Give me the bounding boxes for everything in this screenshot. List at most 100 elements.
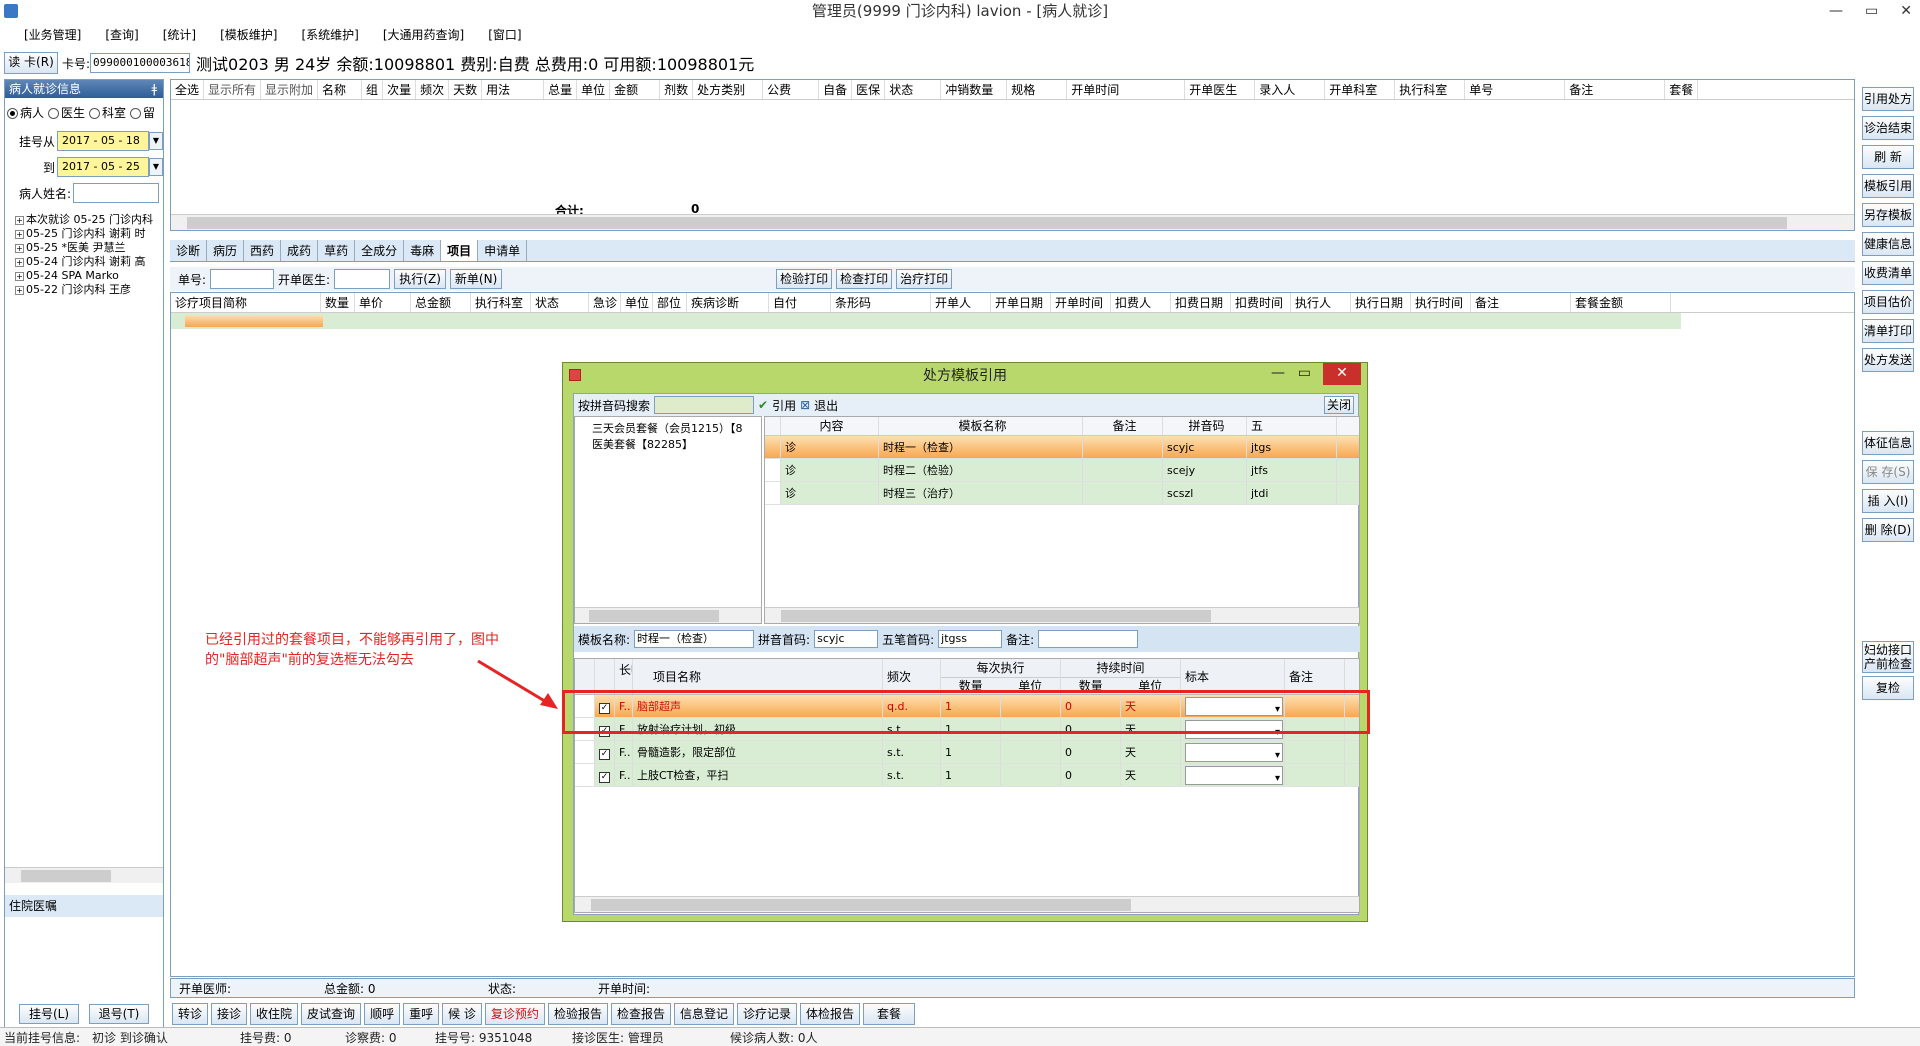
- expand-icon[interactable]: +: [15, 230, 24, 239]
- col-header[interactable]: 剂数: [660, 80, 694, 99]
- col-header[interactable]: 长嘱: [615, 659, 633, 694]
- finish-visit-button[interactable]: 诊治结束: [1862, 116, 1914, 140]
- col-header[interactable]: 扣费人: [1111, 293, 1171, 312]
- col-header[interactable]: 频次: [416, 80, 450, 99]
- col-header[interactable]: 金额: [610, 80, 661, 99]
- send-rx-button[interactable]: 处方发送: [1862, 348, 1914, 372]
- col-header[interactable]: 备注: [1565, 80, 1666, 99]
- item-checkbox[interactable]: ✓: [599, 772, 610, 783]
- revisit-button[interactable]: 复诊预约: [484, 1003, 545, 1025]
- tab-items[interactable]: 项目: [441, 240, 479, 261]
- radio-doctor[interactable]: 医生: [48, 104, 85, 121]
- doctor-input[interactable]: [334, 269, 391, 289]
- tree-item[interactable]: +05-22 门诊内科 王彦: [15, 283, 163, 297]
- col-header[interactable]: 总金额: [411, 293, 471, 312]
- col-header[interactable]: 次量: [383, 80, 417, 99]
- col-header[interactable]: 处方类别: [693, 80, 764, 99]
- col-header[interactable]: 单位: [577, 80, 611, 99]
- col-header[interactable]: 开单科室: [1325, 80, 1396, 99]
- item-checkbox[interactable]: ✓: [599, 749, 610, 760]
- menu-system[interactable]: [系统维护]: [292, 26, 369, 43]
- expand-icon[interactable]: +: [15, 244, 24, 253]
- col-header[interactable]: 开单时间: [1051, 293, 1111, 312]
- date-to-input[interactable]: 2017 - 05 - 25: [57, 157, 149, 177]
- tree-scrollbar[interactable]: [575, 607, 761, 623]
- col-header[interactable]: 套餐金额: [1571, 293, 1671, 312]
- col-header[interactable]: 录入人: [1255, 80, 1326, 99]
- tab-patent[interactable]: 成药: [281, 240, 319, 261]
- col-header[interactable]: 执行时间: [1411, 293, 1471, 312]
- col-header[interactable]: 执行科室: [471, 293, 531, 312]
- col-header[interactable]: 用法: [482, 80, 545, 99]
- detail-row[interactable]: ✓ F.. 骨髓造影，限定部位 s.t. 1 0 天: [575, 741, 1359, 764]
- estimate-button[interactable]: 项目估价: [1862, 290, 1914, 314]
- apply-button[interactable]: 引用: [772, 397, 796, 414]
- pin-icon[interactable]: ǂ: [151, 80, 157, 98]
- col-header[interactable]: 开单日期: [991, 293, 1051, 312]
- menu-stats[interactable]: [统计]: [153, 26, 206, 43]
- col-header[interactable]: 开单人: [931, 293, 991, 312]
- minimize-icon[interactable]: —: [1829, 0, 1843, 22]
- col-header[interactable]: 单价: [355, 293, 411, 312]
- menu-drug-query[interactable]: [大通用药查询]: [373, 26, 474, 43]
- show-all-checkbox[interactable]: 显示所有: [204, 80, 262, 99]
- tree-item[interactable]: +05-24 SPA Marko: [15, 269, 163, 283]
- package-button[interactable]: 套餐: [863, 1003, 916, 1025]
- quote-rx-button[interactable]: 引用处方: [1862, 87, 1914, 111]
- expand-icon[interactable]: +: [15, 286, 24, 295]
- col-header[interactable]: 医保: [852, 80, 886, 99]
- col-header[interactable]: 拼音码: [1163, 417, 1247, 435]
- expand-icon[interactable]: +: [15, 258, 24, 267]
- apply-icon[interactable]: ✔: [758, 398, 768, 412]
- detail-row[interactable]: ✓ F.. 上肢CT检查，平扫 s.t. 1 0 天: [575, 764, 1359, 787]
- col-header[interactable]: 自备: [819, 80, 853, 99]
- grid-scrollbar[interactable]: [171, 214, 1854, 230]
- checkup-report-button[interactable]: 体检报告: [800, 1003, 861, 1025]
- col-header[interactable]: 组: [362, 80, 384, 99]
- date-from-input[interactable]: 2017 - 05 - 18: [57, 131, 149, 151]
- delete-button[interactable]: 删 除(D): [1862, 518, 1914, 542]
- col-header[interactable]: 天数: [449, 80, 483, 99]
- col-header[interactable]: 备注: [1471, 293, 1571, 312]
- save-button[interactable]: 保 存(S): [1862, 460, 1914, 484]
- tab-herbal[interactable]: 草药: [318, 240, 356, 261]
- charge-list-button[interactable]: 收费清单: [1862, 261, 1914, 285]
- tab-full[interactable]: 全成分: [355, 240, 405, 261]
- read-card-button[interactable]: 读 卡(R): [4, 52, 58, 74]
- col-header[interactable]: 模板名称: [879, 417, 1083, 435]
- close-icon[interactable]: ✕: [1900, 0, 1912, 22]
- tree-item[interactable]: 医美套餐【82285】: [578, 436, 758, 452]
- template-scrollbar[interactable]: [765, 607, 1359, 623]
- col-header[interactable]: 项目名称: [633, 659, 883, 694]
- col-header[interactable]: 五: [1247, 417, 1337, 435]
- col-header[interactable]: 状态: [531, 293, 589, 312]
- col-header[interactable]: 冲销数量: [941, 80, 1008, 99]
- menu-business[interactable]: [业务管理]: [14, 26, 91, 43]
- specimen-select[interactable]: [1185, 766, 1283, 786]
- tab-western[interactable]: 西药: [244, 240, 282, 261]
- tpl-py-field[interactable]: scyjc: [814, 630, 879, 648]
- col-header[interactable]: 单位: [621, 293, 653, 312]
- col-header[interactable]: 数量: [321, 293, 355, 312]
- menu-template[interactable]: [模板维护]: [210, 26, 287, 43]
- skin-test-button[interactable]: 皮试查询: [301, 1003, 362, 1025]
- col-header[interactable]: 总量: [544, 80, 578, 99]
- card-number-input[interactable]: 0990001000036184: [90, 53, 191, 73]
- tpl-wb-field[interactable]: jtgss: [938, 630, 1003, 648]
- template-quote-button[interactable]: 模板引用: [1862, 174, 1914, 198]
- patient-name-input[interactable]: [73, 183, 159, 203]
- tab-diagnosis[interactable]: 诊断: [170, 240, 208, 261]
- tpl-note-field[interactable]: [1038, 630, 1139, 648]
- treatment-record-button[interactable]: 诊疗记录: [736, 1003, 797, 1025]
- col-header[interactable]: 执行科室: [1395, 80, 1466, 99]
- col-header[interactable]: 执行日期: [1351, 293, 1411, 312]
- col-header[interactable]: 自付: [769, 293, 831, 312]
- order-no-input[interactable]: [210, 269, 275, 289]
- col-header[interactable]: 套餐: [1665, 80, 1699, 99]
- exit-icon[interactable]: ⊠: [800, 398, 810, 412]
- restore-icon[interactable]: ▭: [1865, 0, 1878, 22]
- exit-button[interactable]: 退出: [814, 397, 838, 414]
- refresh-button[interactable]: 刷 新: [1862, 145, 1914, 169]
- radio-stay[interactable]: 留: [130, 104, 155, 121]
- unregister-button[interactable]: 退号(T): [89, 1004, 149, 1024]
